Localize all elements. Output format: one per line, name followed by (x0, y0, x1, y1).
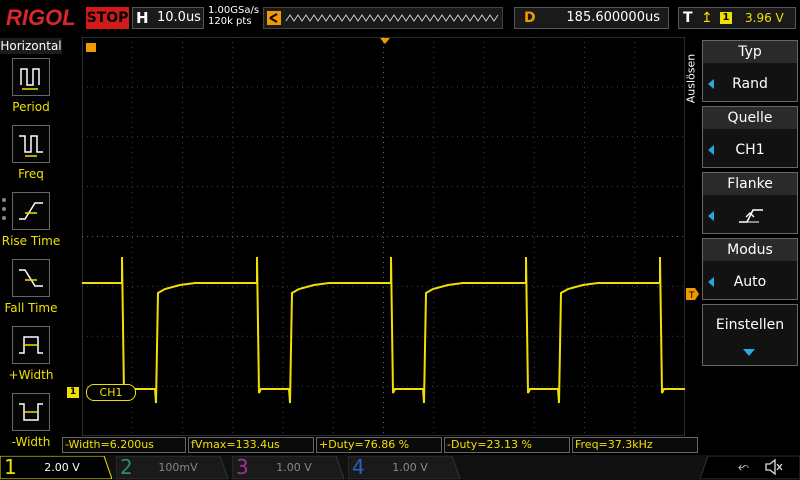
acquisition-info: 1.00GSa/s 120k pts (208, 5, 259, 27)
period-icon (12, 58, 50, 96)
memory-waveform-preview (267, 11, 499, 25)
brand-logo: RIGOL (6, 5, 76, 30)
channel-number: 1 (4, 455, 17, 479)
rising-edge-icon: ↥ (701, 10, 713, 26)
measure-item-rise-time[interactable]: Rise Time (0, 192, 62, 258)
softkey-header: Quelle (703, 107, 797, 129)
channel-scale: 2.00 V (26, 458, 98, 477)
channel-2-status[interactable]: 2 100mV (116, 456, 228, 479)
cycle-arrow-icon (708, 211, 714, 221)
softkey-einstellen[interactable]: Einstellen (702, 304, 798, 366)
trigger-level-marker[interactable]: T (686, 288, 700, 300)
delay-box[interactable]: D 185.600000us (514, 7, 669, 29)
sample-rate: 1.00GSa/s (208, 5, 260, 16)
softkey-header: Typ (703, 41, 797, 63)
softkey-flanke[interactable]: Flanke (702, 172, 798, 234)
measure-label-period: Period (12, 100, 50, 114)
timebase-label: H (136, 9, 149, 27)
measure-item-period[interactable]: Period (0, 58, 62, 124)
status-area-shape (700, 456, 800, 479)
measure-label-neg-width: -Width (11, 435, 51, 449)
delay-label: D (524, 10, 536, 26)
memory-overview-strip[interactable] (263, 7, 503, 29)
softkey-value: CH1 (735, 142, 765, 158)
waveform-display[interactable] (82, 37, 685, 436)
submenu-arrow-icon (743, 349, 755, 356)
trigger-box[interactable]: T ↥ 1 3.96 V (678, 7, 796, 29)
channel-scale: 1.00 V (392, 461, 428, 474)
channel-scale: 100mV (158, 461, 198, 474)
channel-1-status[interactable]: 1 2.00 V (0, 456, 112, 479)
measurement-freq[interactable]: Freq=37.3kHz (572, 437, 698, 453)
neg-width-icon (12, 393, 50, 431)
measure-sidebar: Horizontal Period Freq Rise Time Fall Ti… (0, 36, 62, 454)
channel-3-status[interactable]: 3 1.00 V (232, 456, 344, 479)
softkey-value: Auto (733, 274, 767, 290)
softkey-header: Modus (703, 239, 797, 261)
svg-text:T: T (688, 291, 695, 300)
softkey-value: Rand (732, 76, 768, 92)
measurement-neg-duty[interactable]: -Duty=23.13 % (444, 437, 570, 453)
channel-4-status[interactable]: 4 1.00 V (348, 456, 460, 479)
measure-label-rise-time: Rise Time (1, 234, 61, 248)
trigger-level: 3.96 V (745, 11, 784, 25)
softkey-header: Einstellen (715, 317, 785, 333)
timebase-value: 10.0us (157, 10, 201, 25)
trigger-menu-side-label: Auslösen (684, 53, 698, 104)
usb-icon: ⬿ (738, 459, 750, 475)
fall-time-icon (12, 259, 50, 297)
measure-label-pos-width: +Width (8, 368, 54, 382)
measure-item-freq[interactable]: Freq (0, 125, 62, 191)
channel-number: 3 (236, 455, 249, 479)
softkey-quelle[interactable]: Quelle CH1 (702, 106, 798, 168)
run-stop-indicator[interactable]: STOP (86, 7, 129, 29)
measurement-pos-duty[interactable]: +Duty=76.86 % (316, 437, 442, 453)
softkey-modus[interactable]: Modus Auto (702, 238, 798, 300)
measure-item-fall-time[interactable]: Fall Time (0, 259, 62, 325)
pos-width-icon (12, 326, 50, 364)
timebase-box[interactable]: H 10.0us (132, 7, 204, 29)
sidebar-title: Horizontal (0, 38, 62, 54)
measure-item-neg-width[interactable]: -Width (0, 393, 62, 459)
softkey-header: Flanke (703, 173, 797, 195)
trigger-source: 1 (720, 12, 732, 24)
channel-scale: 1.00 V (276, 461, 312, 474)
softkey-typ[interactable]: Typ Rand (702, 40, 798, 102)
measure-label-fall-time: Fall Time (4, 301, 58, 315)
ch1-ground-marker[interactable]: 1 (67, 387, 79, 398)
trigger-label: T (683, 10, 693, 26)
memory-trace-zigzag (285, 14, 499, 22)
measurement-tvmax[interactable]: fVmax=133.4us (188, 437, 314, 453)
delay-value: 185.600000us (566, 10, 660, 25)
measurement-neg-width[interactable]: -Width=6.200us (62, 437, 186, 453)
waveform-start-marker (86, 43, 96, 52)
measure-item-pos-width[interactable]: +Width (0, 326, 62, 392)
memory-depth: 120k pts (208, 16, 252, 27)
channel-status-bar: 1 2.00 V 2 100mV 3 1.00 V 4 1.00 V (0, 455, 800, 480)
memory-position-marker (267, 11, 281, 25)
ch1-trace-label: CH1 (86, 384, 136, 401)
channel-number: 2 (120, 455, 133, 479)
rising-edge-icon (739, 209, 763, 223)
top-status-bar: RIGOL STOP H 10.0us 1.00GSa/s 120k pts D… (0, 0, 800, 36)
channel-number: 4 (352, 455, 365, 479)
speaker-mute-icon[interactable] (764, 458, 784, 476)
rise-time-icon (12, 192, 50, 230)
measure-label-freq: Freq (18, 167, 44, 181)
freq-icon (12, 125, 50, 163)
measurement-results-bar: -Width=6.200us fVmax=133.4us +Duty=76.86… (62, 437, 700, 453)
